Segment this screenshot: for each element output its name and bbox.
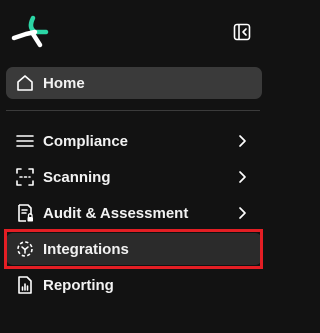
home-icon (14, 72, 36, 94)
sidebar-item-label: Compliance (43, 132, 129, 150)
sidebar-item-audit-assessment[interactable]: Audit & Assessment (6, 197, 262, 229)
sidebar-item-label: Integrations (43, 240, 129, 258)
collapse-sidebar-icon (233, 23, 251, 41)
brand-logo-icon[interactable] (10, 14, 52, 48)
sidebar-item-label: Scanning (43, 168, 111, 186)
sidebar-item-reporting[interactable]: Reporting (6, 269, 262, 301)
scan-icon (14, 166, 36, 188)
chevron-right-icon (239, 135, 246, 147)
chevron-right-icon (239, 171, 246, 183)
audit-document-icon (14, 202, 36, 224)
report-icon (14, 274, 36, 296)
sidebar-item-home[interactable]: Home (6, 67, 262, 99)
sidebar-header (0, 0, 275, 60)
sidebar-item-label: Reporting (43, 276, 114, 294)
integrations-icon (14, 238, 36, 260)
chevron-right-icon (239, 207, 246, 219)
sidebar-item-label: Home (43, 74, 85, 92)
sidebar-item-scanning[interactable]: Scanning (6, 161, 262, 193)
collapse-sidebar-button[interactable] (231, 21, 253, 43)
sidebar-divider (6, 110, 260, 111)
sidebar-item-label: Audit & Assessment (43, 204, 189, 222)
sidebar-item-compliance[interactable]: Compliance (6, 125, 262, 157)
sidebar-item-integrations[interactable]: Integrations (6, 233, 262, 265)
menu-lines-icon (14, 130, 36, 152)
